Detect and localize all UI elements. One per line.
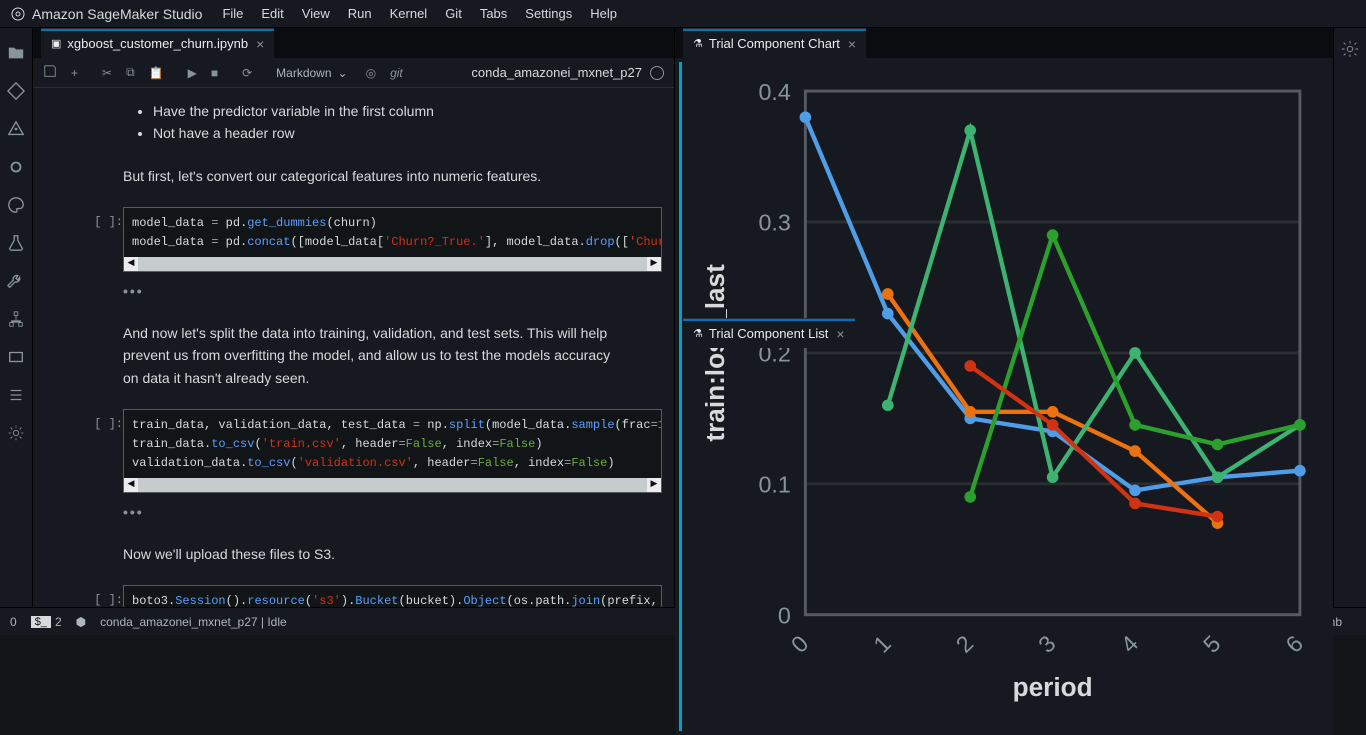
chart-tab[interactable]: ⚗ Trial Component Chart ×: [683, 28, 866, 58]
extensions-icon[interactable]: [7, 414, 25, 452]
menu-edit[interactable]: Edit: [261, 6, 283, 21]
sb-instance-icon[interactable]: ⬢: [76, 615, 86, 629]
menu-help[interactable]: Help: [590, 6, 617, 21]
md-paragraph: But first, let's convert our categorical…: [123, 165, 612, 187]
markdown-cell: Now we'll upload these files to S3.: [73, 543, 662, 565]
svg-text:3: 3: [1033, 630, 1061, 658]
notebook-tab[interactable]: ▣ xgboost_customer_churn.ipynb ×: [41, 28, 274, 58]
h-scrollbar[interactable]: ◀▶: [124, 478, 661, 492]
kernel-name[interactable]: conda_amazonei_mxnet_p27: [471, 65, 642, 80]
wrench-icon[interactable]: [7, 262, 25, 300]
cut-button[interactable]: ✂: [102, 66, 112, 80]
run-button[interactable]: ▶: [188, 66, 197, 80]
tab-label: xgboost_customer_churn.ipynb: [67, 36, 248, 51]
paste-button[interactable]: 📋: [149, 66, 164, 80]
copy-button[interactable]: ⧉: [126, 65, 135, 80]
editor-tab-bar: ▣ xgboost_customer_churn.ipynb ×: [33, 28, 674, 58]
toc-icon[interactable]: [7, 376, 25, 414]
cell-prompt: [ ]:: [73, 409, 123, 493]
chart-panel: ⚗ Trial Component Chart × 00.10.20.30.40…: [675, 28, 1333, 318]
menu-file[interactable]: File: [222, 6, 243, 21]
chart-tab-bar: ⚗ Trial Component Chart ×: [675, 28, 1333, 58]
menu-run[interactable]: Run: [348, 6, 372, 21]
cell-prompt: [ ]:: [73, 585, 123, 607]
menu-git[interactable]: Git: [445, 6, 462, 21]
app-logo: Amazon SageMaker Studio: [10, 6, 202, 22]
restart-button[interactable]: ⟳: [242, 66, 252, 80]
code-cell[interactable]: [ ]: boto3.Session().resource('s3').Buck…: [73, 585, 662, 607]
palette-icon[interactable]: [7, 186, 25, 224]
menu-settings[interactable]: Settings: [525, 6, 572, 21]
code-input[interactable]: model_data = pd.get_dummies(churn) model…: [123, 207, 662, 271]
close-icon[interactable]: ×: [256, 36, 264, 52]
svg-text:4: 4: [1116, 630, 1144, 658]
chart-accent-bar: [679, 62, 689, 731]
md-paragraph: And now let's split the data into traini…: [123, 322, 612, 389]
kernel-status-icon: [650, 66, 664, 80]
svg-text:0.4: 0.4: [758, 79, 790, 105]
markdown-cell: And now let's split the data into traini…: [73, 322, 662, 389]
code-input[interactable]: train_data, validation_data, test_data =…: [123, 409, 662, 493]
close-icon[interactable]: ×: [848, 36, 856, 52]
tab-label: Trial Component Chart: [709, 36, 840, 51]
add-cell-button[interactable]: +: [71, 66, 78, 80]
cell-collapse-icon[interactable]: •••: [123, 501, 662, 523]
svg-text:period: period: [1013, 672, 1093, 702]
cell-collapse-icon[interactable]: •••: [123, 280, 662, 302]
svg-text:0: 0: [786, 630, 814, 658]
close-icon[interactable]: ×: [836, 326, 844, 342]
notebook-icon: ▣: [51, 37, 61, 50]
flask-icon: ⚗: [693, 37, 703, 50]
svg-text:1: 1: [868, 630, 896, 658]
list-tab[interactable]: ⚗ Trial Component List ×: [683, 318, 855, 348]
sagemaker-icon: [10, 6, 26, 22]
tab-label: Trial Component List: [709, 326, 828, 341]
launcher-button[interactable]: ◎: [366, 66, 376, 80]
notebook-toolbar: + ✂ ⧉ 📋 ▶ ■ ⟳ Markdown⌄ ◎ git conda_amaz…: [33, 58, 674, 88]
tabs-icon[interactable]: [7, 338, 25, 376]
notebook-body[interactable]: Have the predictor variable in the first…: [33, 88, 674, 607]
sb-kernel[interactable]: conda_amazonei_mxnet_p27 | Idle: [100, 615, 287, 629]
h-scrollbar[interactable]: ◀▶: [124, 257, 661, 271]
md-bullet: Have the predictor variable in the first…: [153, 100, 662, 122]
svg-text:5: 5: [1198, 630, 1226, 658]
svg-text:0: 0: [778, 602, 791, 628]
code-cell[interactable]: [ ]: train_data, validation_data, test_d…: [73, 409, 662, 493]
md-paragraph: Now we'll upload these files to S3.: [123, 543, 612, 565]
sb-errors[interactable]: 0: [10, 615, 17, 629]
trial-chart: 00.10.20.30.40123456periodtrain:loss_las…: [689, 62, 1329, 731]
menu-view[interactable]: View: [302, 6, 330, 21]
menu-tabs[interactable]: Tabs: [480, 6, 507, 21]
menu-kernel[interactable]: Kernel: [390, 6, 428, 21]
cell-type-selector[interactable]: Markdown⌄: [276, 66, 347, 80]
running-icon[interactable]: [7, 110, 25, 148]
commands-icon[interactable]: [7, 148, 25, 186]
git-icon[interactable]: [7, 72, 25, 110]
svg-text:train:loss_last: train:loss_last: [700, 264, 730, 442]
sb-terminals[interactable]: $_2: [31, 615, 62, 629]
experiment-icon[interactable]: [7, 224, 25, 262]
flask-icon: ⚗: [693, 327, 703, 340]
left-activity-bar: [0, 28, 33, 607]
app-title: Amazon SageMaker Studio: [32, 6, 202, 22]
svg-text:0.3: 0.3: [758, 210, 790, 236]
network-icon[interactable]: [7, 300, 25, 338]
property-inspector-icon[interactable]: [1341, 40, 1359, 61]
svg-text:0.1: 0.1: [758, 472, 790, 498]
folder-icon[interactable]: [7, 34, 25, 72]
code-cell[interactable]: [ ]: model_data = pd.get_dummies(churn) …: [73, 207, 662, 271]
svg-text:6: 6: [1280, 630, 1308, 658]
right-activity-bar: [1333, 28, 1366, 607]
stop-button[interactable]: ■: [211, 66, 218, 80]
save-button[interactable]: [43, 64, 57, 81]
markdown-cell: Have the predictor variable in the first…: [73, 100, 662, 187]
svg-text:2: 2: [951, 630, 979, 658]
md-bullet: Not have a header row: [153, 122, 662, 144]
cell-prompt: [ ]:: [73, 207, 123, 271]
top-menu-bar: Amazon SageMaker Studio File Edit View R…: [0, 0, 1366, 28]
git-label[interactable]: git: [390, 66, 403, 80]
code-input[interactable]: boto3.Session().resource('s3').Bucket(bu…: [123, 585, 662, 607]
